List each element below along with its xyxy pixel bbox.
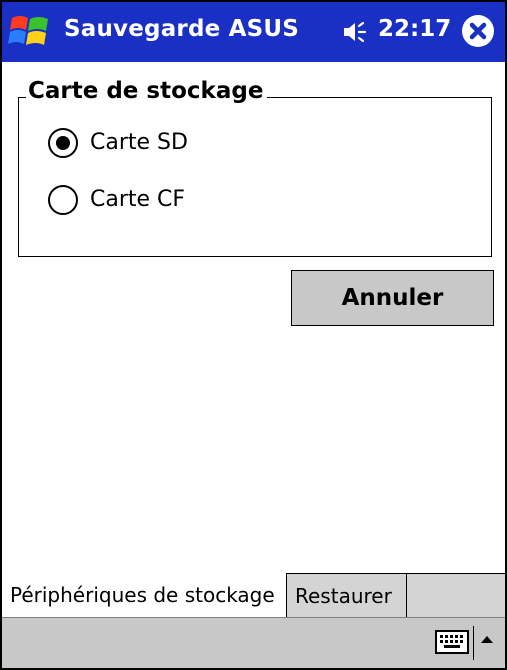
speaker-icon[interactable] (342, 18, 370, 46)
tab-restore[interactable]: Restaurer (287, 573, 407, 617)
title-bar: Sauvegarde ASUS 22:17 (2, 2, 505, 62)
sd-card-radio[interactable] (48, 128, 78, 158)
arrow-up-icon[interactable] (479, 632, 495, 648)
tab-label: Périphériques de stockage (10, 583, 275, 607)
cf-card-radio[interactable] (48, 185, 78, 215)
storage-group-legend: Carte de stockage (26, 78, 268, 104)
storage-groupbox (18, 97, 492, 257)
bottom-menu-bar (2, 617, 505, 668)
cancel-button[interactable]: Annuler (291, 270, 494, 326)
tab-storage-devices[interactable]: Périphériques de stockage (2, 573, 287, 617)
device-screen: Sauvegarde ASUS 22:17 Carte de stockage … (0, 0, 507, 670)
close-icon (469, 22, 487, 40)
tabstrip-filler (407, 573, 505, 618)
tab-label: Restaurer (295, 584, 392, 608)
close-button[interactable] (462, 15, 494, 47)
clock[interactable]: 22:17 (378, 16, 451, 42)
sd-card-label[interactable]: Carte SD (90, 130, 188, 155)
windows-flag-icon[interactable] (8, 12, 52, 52)
bottom-bar-separator (473, 626, 474, 660)
app-title: Sauvegarde ASUS (64, 16, 300, 42)
cf-card-label[interactable]: Carte CF (90, 187, 185, 212)
keyboard-icon[interactable] (435, 630, 469, 654)
radio-selected-dot (56, 136, 70, 150)
